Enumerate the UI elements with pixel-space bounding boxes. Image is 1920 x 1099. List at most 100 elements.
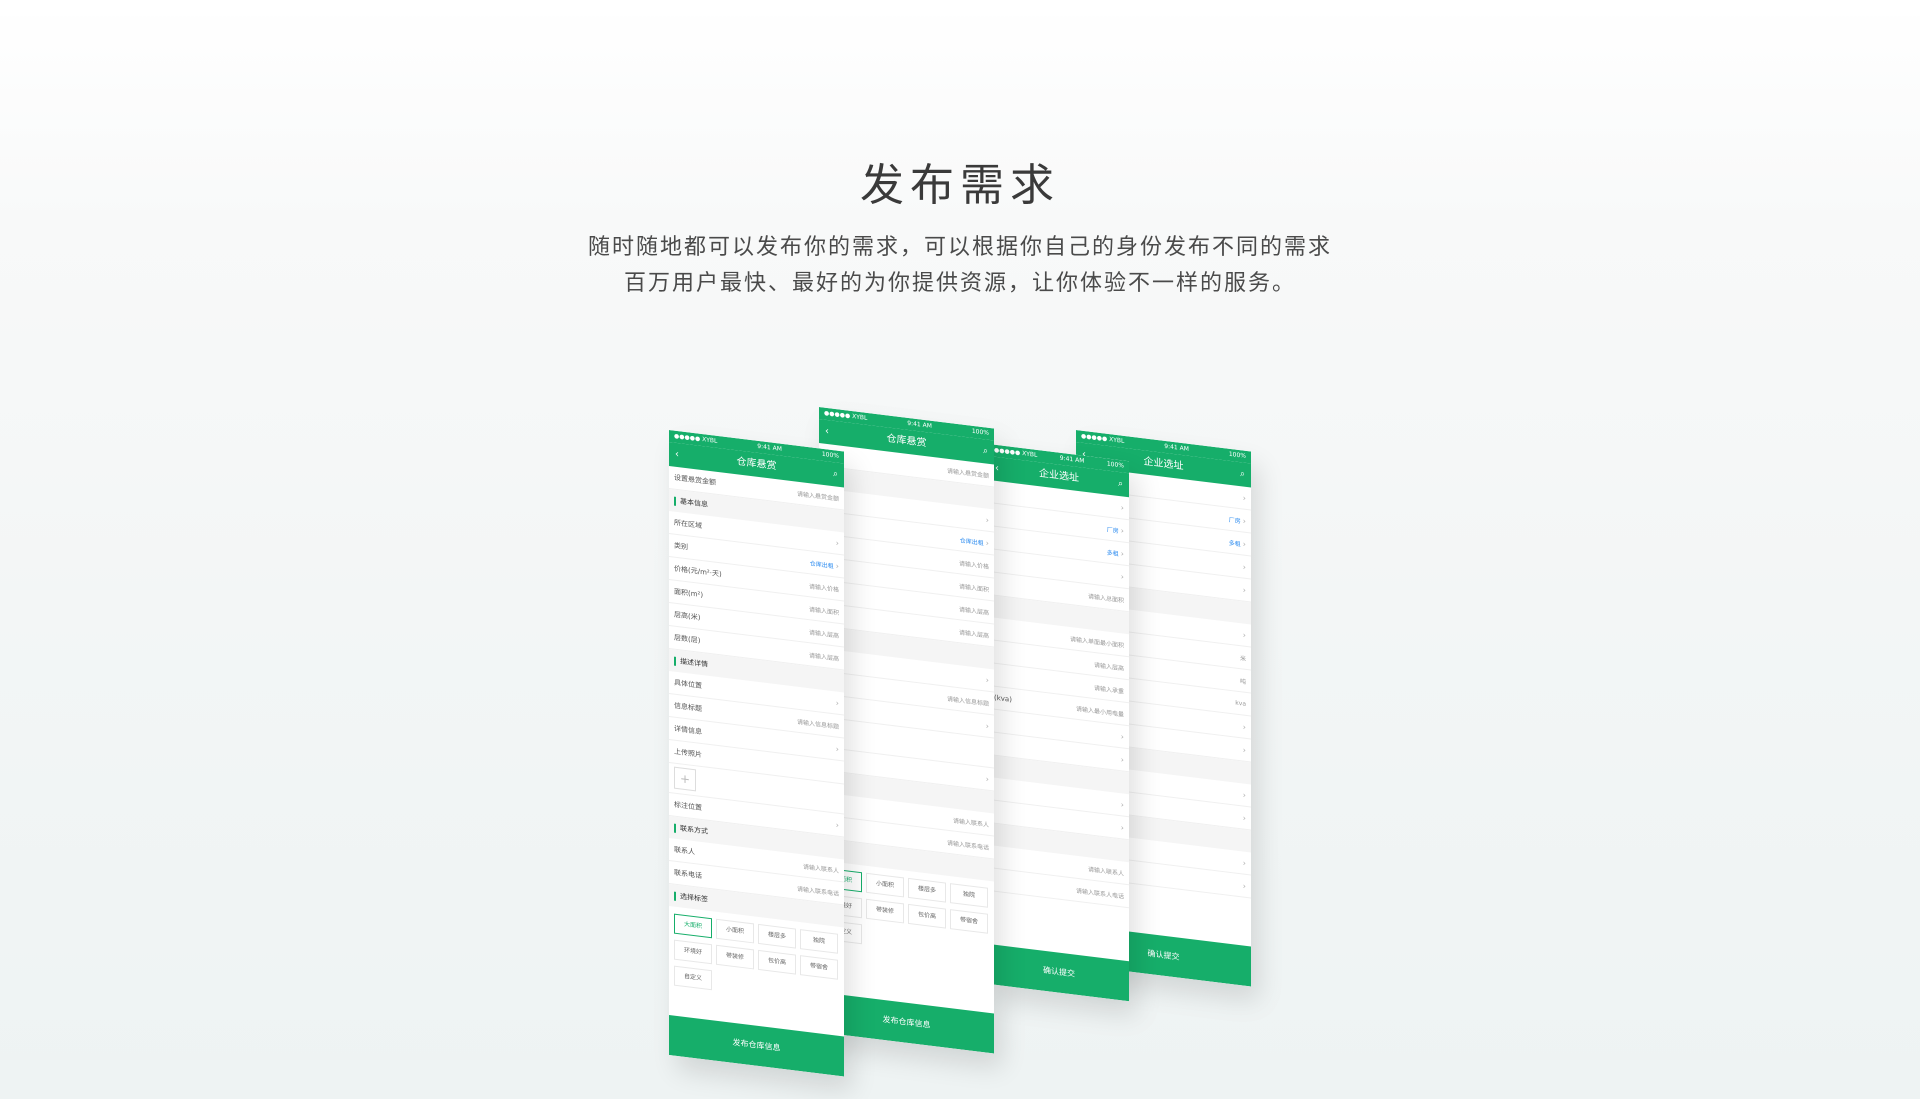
chevron-right-icon: › bbox=[985, 514, 989, 525]
chevron-right-icon: › bbox=[1120, 731, 1124, 742]
submit-button[interactable]: 发布仓库信息 bbox=[819, 992, 994, 1054]
phone-placeholder: 请输入联系电话 bbox=[946, 839, 989, 852]
detail-label: 详情信息 bbox=[674, 724, 702, 737]
chevron-right-icon: › bbox=[1242, 812, 1246, 823]
unit-label: 米 bbox=[1239, 654, 1246, 663]
tag-chip[interactable]: 小面积 bbox=[716, 918, 754, 944]
min-area-placeholder: 请输入单面最小面积 bbox=[1069, 635, 1124, 650]
height-placeholder: 请输入层高 bbox=[808, 628, 839, 640]
tag-chip[interactable]: 楼层多 bbox=[908, 877, 946, 903]
search-icon[interactable]: ⌕ bbox=[833, 462, 838, 487]
floor-label: 层数(层) bbox=[674, 633, 701, 645]
chevron-right-icon: › bbox=[1242, 880, 1246, 891]
chevron-right-icon: › bbox=[985, 773, 989, 784]
section-title: 基本信息 bbox=[680, 497, 708, 509]
search-icon[interactable]: ⌕ bbox=[1118, 472, 1123, 497]
type-value: 厂房 bbox=[1228, 516, 1241, 525]
tag-chip[interactable]: 大面积 bbox=[674, 913, 712, 939]
tag-chip[interactable]: 自定义 bbox=[674, 965, 712, 991]
area-placeholder: 请输入面积 bbox=[808, 605, 839, 617]
chevron-right-icon: › bbox=[1242, 584, 1246, 595]
search-icon[interactable]: ⌕ bbox=[1240, 462, 1245, 487]
chevron-right-icon: › bbox=[835, 537, 839, 548]
tag-chip[interactable]: 包价高 bbox=[908, 903, 946, 929]
chevron-right-icon: › bbox=[1242, 789, 1246, 800]
phone-mockup-warehouse-bounty-2: ●●●●● XYBL 9:41 AM 100% ‹ 仓库悬赏 ⌕ 请输入悬赏金额… bbox=[819, 407, 994, 1054]
tag-chip[interactable]: 带宿舍 bbox=[950, 909, 988, 934]
power-label: (kva) bbox=[994, 693, 1012, 704]
height-placeholder: 请输入层高 bbox=[958, 605, 989, 617]
tag-chip[interactable]: 楼层多 bbox=[758, 923, 796, 949]
location-label: 具体位置 bbox=[674, 678, 702, 691]
height-label: 层高(米) bbox=[674, 610, 701, 622]
screen-title: 企业选址 bbox=[1039, 468, 1079, 485]
bounty-placeholder: 请输入悬赏金额 bbox=[946, 467, 989, 480]
tag-chip[interactable]: 环境好 bbox=[674, 939, 712, 965]
area-placeholder: 请输入面积 bbox=[958, 582, 989, 594]
power-placeholder: 请输入最小用电量 bbox=[1075, 705, 1124, 719]
contact-placeholder: 请输入联系人 bbox=[1087, 865, 1124, 878]
unit-label: kva bbox=[1235, 699, 1246, 708]
lease-value: 多租 bbox=[1106, 548, 1119, 558]
price-placeholder: 请输入价格 bbox=[958, 559, 989, 571]
chevron-right-icon: › bbox=[1242, 744, 1246, 755]
type-label: 类别 bbox=[674, 541, 688, 552]
chevron-right-icon: › bbox=[1120, 548, 1124, 559]
info-title-label: 信息标题 bbox=[674, 701, 702, 714]
chevron-right-icon: › bbox=[1242, 538, 1246, 549]
phone-mockup-site-selection-1: ●●●●● XYBL 9:41 AM 100% ‹ 企业选址 ⌕ › 厂房 › 多… bbox=[989, 444, 1129, 1002]
tag-chip[interactable]: 带装修 bbox=[866, 898, 904, 924]
info-title-placeholder: 请输入信息标题 bbox=[796, 718, 839, 731]
contact-placeholder: 请输入联系人 bbox=[952, 816, 989, 829]
chevron-right-icon: › bbox=[1120, 525, 1124, 536]
region-label: 所在区域 bbox=[674, 518, 702, 531]
lease-value: 多租 bbox=[1228, 539, 1241, 548]
chevron-right-icon: › bbox=[835, 697, 839, 708]
chevron-right-icon: › bbox=[1120, 754, 1124, 765]
chevron-right-icon: › bbox=[835, 560, 839, 571]
floor-placeholder: 请输入层高 bbox=[808, 651, 839, 663]
tag-chip[interactable]: 带宿舍 bbox=[800, 955, 838, 980]
chevron-right-icon: › bbox=[1120, 502, 1124, 513]
phone-mockups: ●●●●● XYBL 9:41 AM 100% ‹ 企业选址 ⌕ › 厂房 › 多… bbox=[0, 0, 1920, 1099]
chevron-right-icon: › bbox=[1242, 492, 1246, 503]
section-title: 描述详情 bbox=[680, 657, 708, 669]
tag-chip[interactable]: 独院 bbox=[950, 883, 988, 908]
price-label: 价格(元/m²·天) bbox=[674, 564, 722, 579]
phone-placeholder: 请输入联系电话 bbox=[796, 885, 839, 898]
contact-label: 联系人 bbox=[674, 845, 695, 857]
section-title: 选择标签 bbox=[680, 892, 708, 904]
back-icon[interactable]: ‹ bbox=[675, 443, 679, 467]
chevron-right-icon: › bbox=[1242, 515, 1246, 526]
price-placeholder: 请输入价格 bbox=[808, 582, 839, 594]
chevron-right-icon: › bbox=[985, 537, 989, 548]
area-label: 面积(m²) bbox=[674, 587, 704, 600]
add-photo-button[interactable]: + bbox=[674, 766, 696, 792]
chevron-right-icon: › bbox=[1120, 571, 1124, 582]
height-placeholder: 请输入层高 bbox=[1093, 661, 1124, 673]
map-label: 标注位置 bbox=[674, 800, 702, 813]
chevron-right-icon: › bbox=[835, 743, 839, 754]
bounty-label: 设置悬赏金额 bbox=[674, 473, 716, 487]
upload-label: 上传照片 bbox=[674, 747, 702, 760]
tag-chip[interactable]: 包价高 bbox=[758, 949, 796, 975]
type-value: 仓库出租 bbox=[959, 536, 984, 547]
tag-chip[interactable]: 带装修 bbox=[716, 944, 754, 970]
chevron-right-icon: › bbox=[1120, 822, 1124, 833]
search-icon[interactable]: ⌕ bbox=[983, 439, 988, 464]
chevron-right-icon: › bbox=[1242, 857, 1246, 868]
phone-placeholder: 请输入联系人电话 bbox=[1075, 887, 1124, 901]
floor-placeholder: 请输入层高 bbox=[958, 628, 989, 640]
screen-title: 仓库悬赏 bbox=[886, 433, 927, 450]
submit-button[interactable]: 发布仓库信息 bbox=[669, 1015, 844, 1077]
tag-chip[interactable]: 小面积 bbox=[866, 872, 904, 898]
back-icon[interactable]: ‹ bbox=[995, 457, 999, 481]
chevron-right-icon: › bbox=[1242, 629, 1246, 640]
chevron-right-icon: › bbox=[1120, 799, 1124, 810]
back-icon[interactable]: ‹ bbox=[825, 420, 829, 444]
area-placeholder: 请输入总面积 bbox=[1087, 592, 1124, 605]
tag-chip[interactable]: 独院 bbox=[800, 929, 838, 954]
submit-button[interactable]: 确认提交 bbox=[989, 944, 1129, 1002]
phone-label: 联系电话 bbox=[674, 868, 702, 881]
load-placeholder: 请输入承重 bbox=[1093, 684, 1124, 696]
